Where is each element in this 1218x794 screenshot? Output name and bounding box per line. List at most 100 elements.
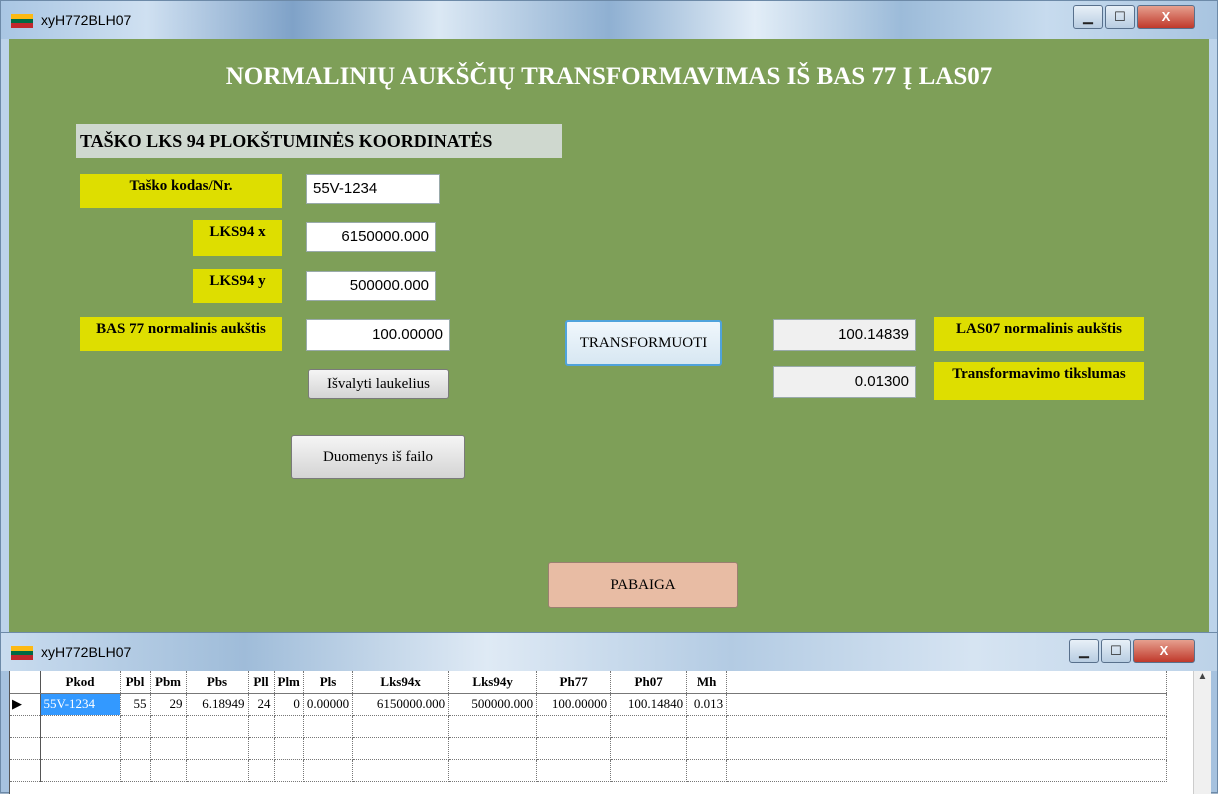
table-cell-lks94y[interactable]	[448, 759, 538, 782]
grid-maximize-button[interactable]: ☐	[1101, 639, 1131, 663]
lks94y-field[interactable]: 500000.000	[306, 271, 436, 301]
row-indicator[interactable]	[10, 759, 41, 782]
table-cell-pls[interactable]: 0.00000	[303, 693, 354, 716]
table-cell-pll[interactable]	[248, 715, 275, 738]
row-indicator[interactable]: ▶	[10, 693, 41, 716]
grid-window: xyH772BLH07 ▁ ☐ X Pkod Pbl Pbm Pbs Pll Plm Pls…	[0, 632, 1218, 794]
data-grid[interactable]: Pkod Pbl Pbm Pbs Pll Plm Pls Lks94x Lks94y Ph77 Ph…	[9, 671, 1211, 794]
table-cell-plm[interactable]: 0	[274, 693, 304, 716]
table-cell-ph77[interactable]	[536, 759, 612, 782]
maximize-button[interactable]: ☐	[1105, 5, 1135, 29]
table-cell-pbs[interactable]	[186, 759, 249, 782]
table-row[interactable]	[10, 715, 1168, 738]
table-cell-ph07[interactable]	[610, 715, 688, 738]
table-cell-ph77[interactable]	[536, 715, 612, 738]
table-cell-pbl[interactable]: 55	[120, 693, 151, 716]
row-indicator[interactable]	[10, 715, 41, 738]
grid-title-bar[interactable]: xyH772BLH07 ▁ ☐ X	[1, 633, 1217, 671]
table-cell-pbm[interactable]	[150, 759, 187, 782]
transform-button[interactable]: TRANSFORMUOTI	[565, 320, 722, 366]
table-cell-pls[interactable]	[303, 737, 354, 760]
table-cell-pll[interactable]	[248, 737, 275, 760]
table-cell-pkod[interactable]	[40, 737, 121, 760]
lks94x-field[interactable]: 6150000.000	[306, 222, 436, 252]
table-cell-lks94x[interactable]	[352, 715, 450, 738]
column-header-lks94y[interactable]: Lks94y	[448, 671, 538, 694]
form-client-area: NORMALINIŲ AUKŠČIŲ TRANSFORMAVIMAS IŠ BA…	[9, 39, 1209, 639]
table-cell-pbm[interactable]	[150, 715, 187, 738]
table-cell-pbl[interactable]	[120, 715, 151, 738]
table-cell-lks94x[interactable]	[352, 759, 450, 782]
column-header-lks94x[interactable]: Lks94x	[352, 671, 450, 694]
clear-fields-button[interactable]: Išvalyti laukelius	[308, 369, 449, 399]
table-cell-lks94y[interactable]	[448, 715, 538, 738]
data-from-file-button[interactable]: Duomenys iš failo	[291, 435, 465, 479]
table-cell-pll[interactable]: 24	[248, 693, 275, 716]
table-cell-plm[interactable]	[274, 737, 304, 760]
table-cell-ph07[interactable]	[610, 737, 688, 760]
table-cell-pls[interactable]	[303, 759, 354, 782]
column-header-pbm[interactable]: Pbm	[150, 671, 187, 694]
minimize-button[interactable]: ▁	[1073, 5, 1103, 29]
table-cell-lks94y[interactable]	[448, 737, 538, 760]
data-table: Pkod Pbl Pbm Pbs Pll Plm Pls Lks94x Lks94y Ph77 Ph…	[10, 671, 1168, 782]
table-cell-pls[interactable]	[303, 715, 354, 738]
column-header-ph77[interactable]: Ph77	[536, 671, 612, 694]
table-cell-plm[interactable]	[274, 759, 304, 782]
table-cell-ph77[interactable]: 100.00000	[536, 693, 612, 716]
table-row[interactable]: ▶ 55V-1234 55 29 6.18949 24 0 0.00000 6150000.00…	[10, 693, 1168, 716]
table-cell-lks94y[interactable]: 500000.000	[448, 693, 538, 716]
column-header-mh[interactable]: Mh	[686, 671, 728, 694]
lithuanian-flag-icon	[11, 646, 33, 660]
table-cell-pbs[interactable]: 6.18949	[186, 693, 249, 716]
table-cell-plm[interactable]	[274, 715, 304, 738]
grid-minimize-button[interactable]: ▁	[1069, 639, 1099, 663]
table-cell-lks94x[interactable]	[352, 737, 450, 760]
table-cell-pll[interactable]	[248, 759, 275, 782]
accuracy-field: 0.01300	[773, 366, 916, 398]
table-cell-mh[interactable]	[686, 737, 728, 760]
column-header-pbs[interactable]: Pbs	[186, 671, 249, 694]
table-cell-pbs[interactable]	[186, 737, 249, 760]
lks94y-label: LKS94 y	[193, 269, 282, 303]
table-cell-lks94x[interactable]: 6150000.000	[352, 693, 450, 716]
table-cell-pbm[interactable]	[150, 737, 187, 760]
row-indicator[interactable]	[10, 737, 41, 760]
table-cell-ph07[interactable]: 100.14840	[610, 693, 688, 716]
table-row[interactable]	[10, 737, 1168, 760]
column-header-ph07[interactable]: Ph07	[610, 671, 688, 694]
table-cell-mh[interactable]	[686, 759, 728, 782]
column-header-plm[interactable]: Plm	[274, 671, 304, 694]
close-button[interactable]: X	[1137, 5, 1195, 29]
table-cell-pbl[interactable]	[120, 737, 151, 760]
table-row[interactable]	[10, 759, 1168, 782]
table-cell-ph07[interactable]	[610, 759, 688, 782]
row-filler	[726, 715, 1168, 738]
grid-close-button[interactable]: X	[1133, 639, 1195, 663]
table-cell-pbm[interactable]: 29	[150, 693, 187, 716]
table-cell-pkod[interactable]	[40, 715, 121, 738]
window-title: xyH772BLH07	[41, 12, 132, 28]
point-code-field[interactable]: 55V-1234	[306, 174, 440, 204]
table-cell-mh[interactable]	[686, 715, 728, 738]
row-filler	[726, 693, 1168, 716]
table-cell-mh[interactable]: 0.013	[686, 693, 728, 716]
scroll-up-icon[interactable]: ▲	[1198, 671, 1208, 682]
table-cell-pkod[interactable]	[40, 759, 121, 782]
bas77-label: BAS 77 normalinis aukštis	[80, 317, 282, 351]
end-button[interactable]: PABAIGA	[548, 562, 738, 608]
table-cell-pbl[interactable]	[120, 759, 151, 782]
column-header-pls[interactable]: Pls	[303, 671, 354, 694]
table-cell-pkod[interactable]: 55V-1234	[40, 693, 121, 716]
table-cell-ph77[interactable]	[536, 737, 612, 760]
column-header-pll[interactable]: Pll	[248, 671, 275, 694]
column-header-pkod[interactable]: Pkod	[40, 671, 121, 694]
title-bar[interactable]: xyH772BLH07 ▁ ☐ X	[1, 1, 1217, 39]
accuracy-label: Transformavimo tikslumas	[934, 362, 1144, 400]
grid-window-title: xyH772BLH07	[41, 644, 132, 660]
vertical-scrollbar[interactable]: ▲	[1193, 671, 1211, 794]
column-header-pbl[interactable]: Pbl	[120, 671, 151, 694]
table-cell-pbs[interactable]	[186, 715, 249, 738]
bas77-height-field[interactable]: 100.00000	[306, 319, 450, 351]
page-title: NORMALINIŲ AUKŠČIŲ TRANSFORMAVIMAS IŠ BA…	[225, 63, 993, 90]
